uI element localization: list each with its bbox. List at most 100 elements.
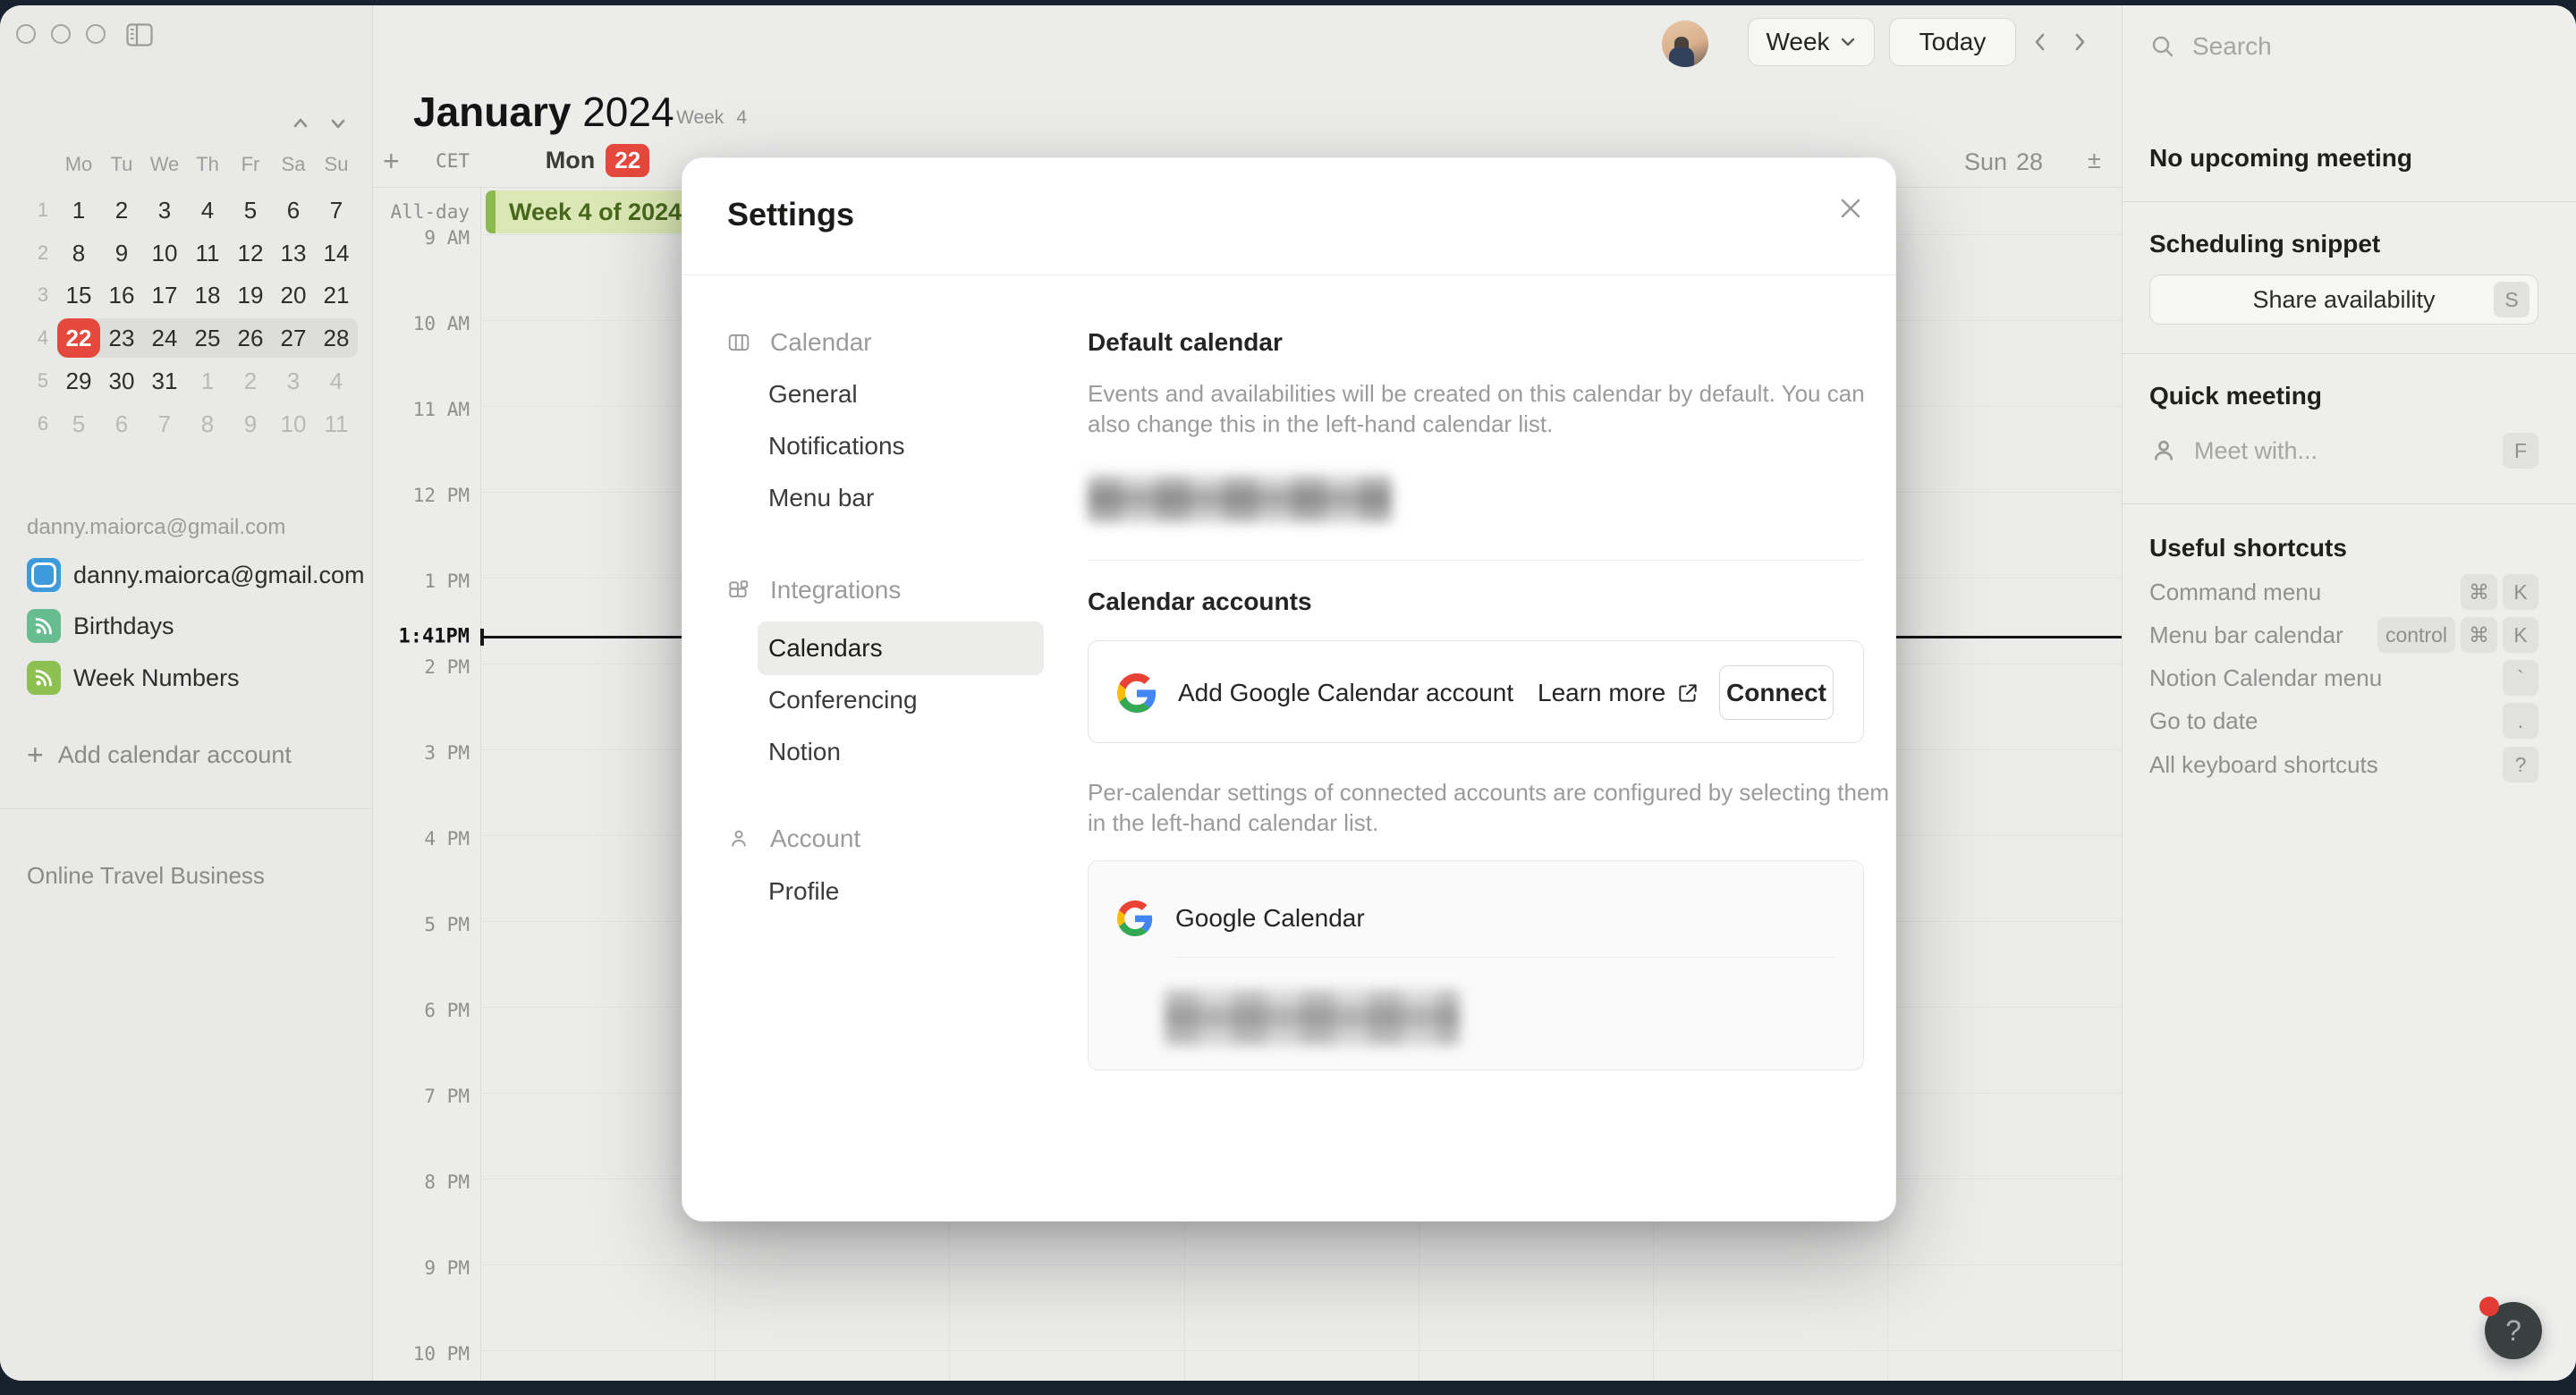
connect-button[interactable]: Connect [1719,665,1834,720]
mini-day-4[interactable]: 4 [315,361,358,401]
timezone-label[interactable]: CET [374,150,470,172]
window-zoom-button[interactable] [86,24,106,44]
settings-nav-notifications[interactable]: Notifications [768,432,905,461]
minical-week-row: 315161718192021 [0,275,373,315]
mini-day-6[interactable]: 6 [272,190,315,230]
mini-day-5[interactable]: 5 [57,404,100,444]
mini-day-31[interactable]: 31 [143,361,186,401]
expand-allday-icon[interactable]: ± [2088,147,2101,174]
mini-day-2[interactable]: 2 [100,190,143,230]
mini-day-10[interactable]: 10 [272,404,315,444]
mini-day-10[interactable]: 10 [143,233,186,273]
plus-icon: + [27,740,44,769]
mini-day-13[interactable]: 13 [272,233,315,273]
search-input[interactable]: Search [2149,32,2272,61]
mini-day-4[interactable]: 4 [186,190,229,230]
mini-day-20[interactable]: 20 [272,275,315,315]
calendar-list-item[interactable]: danny.maiorca@gmail.com [27,555,365,595]
settings-nav-conferencing[interactable]: Conferencing [768,686,918,714]
mini-day-17[interactable]: 17 [143,275,186,315]
add-calendar-account-button[interactable]: + Add calendar account [27,740,292,769]
chevron-left-icon [2027,29,2054,55]
next-week-button[interactable] [2066,29,2093,55]
sidebar-toggle-icon[interactable] [126,23,153,46]
mini-day-29[interactable]: 29 [57,361,100,401]
hour-label: 4 PM [374,828,470,850]
settings-nav-menu-bar[interactable]: Menu bar [768,484,874,512]
calendar-list-item[interactable]: Birthdays [27,606,174,646]
mini-day-8[interactable]: 8 [186,404,229,444]
mini-day-11[interactable]: 11 [315,404,358,444]
mini-day-21[interactable]: 21 [315,275,358,315]
hour-label: 7 PM [374,1086,470,1107]
allday-event-week4[interactable]: Week 4 of 2024 [486,190,712,233]
mini-day-3[interactable]: 3 [272,361,315,401]
shortcut-keys: control⌘K [2377,617,2538,653]
calendar-label: Week Numbers [73,664,240,692]
settings-nav-notion[interactable]: Notion [768,738,841,766]
user-avatar[interactable] [1662,21,1708,67]
learn-more-link[interactable]: Learn more [1538,641,1699,744]
mini-day-23[interactable]: 23 [100,318,143,358]
meet-with-placeholder: Meet with... [2194,437,2487,465]
mini-day-5[interactable]: 5 [229,190,272,230]
nav-section-label: Integrations [770,576,901,604]
mini-day-30[interactable]: 30 [100,361,143,401]
settings-nav-profile[interactable]: Profile [768,877,839,906]
mini-day-1[interactable]: 1 [186,361,229,401]
minical-next-button[interactable] [326,111,351,136]
mini-day-24[interactable]: 24 [143,318,186,358]
shortcut-label: Notion Calendar menu [2149,664,2382,692]
minical-prev-button[interactable] [288,111,313,136]
mini-day-9[interactable]: 9 [229,404,272,444]
mini-day-28[interactable]: 28 [315,318,358,358]
mini-day-22[interactable]: 22 [57,318,100,358]
share-availability-button[interactable]: Share availability S [2149,275,2538,325]
key-K: K [2503,574,2538,610]
mini-day-27[interactable]: 27 [272,318,315,358]
integrations-icon [727,579,750,602]
mini-day-2[interactable]: 2 [229,361,272,401]
calendar-list-item[interactable]: Week Numbers [27,658,240,698]
shortcut-label: Go to date [2149,707,2258,735]
minical-week-number: 3 [25,275,61,315]
close-icon[interactable] [1835,192,1867,224]
help-button[interactable]: ? [2485,1302,2542,1359]
today-button[interactable]: Today [1889,18,2016,66]
mini-day-3[interactable]: 3 [143,190,186,230]
default-calendar-selector-redacted[interactable] [1088,476,1392,522]
mini-day-8[interactable]: 8 [57,233,100,273]
workspace-label[interactable]: Online Travel Business [27,862,265,890]
mini-day-15[interactable]: 15 [57,275,100,315]
prev-week-button[interactable] [2027,29,2054,55]
mini-day-7[interactable]: 7 [143,404,186,444]
minical-day-header: Mo [57,150,100,179]
minical-week-number: 5 [25,361,61,401]
mini-day-9[interactable]: 9 [100,233,143,273]
mini-day-19[interactable]: 19 [229,275,272,315]
mini-day-14[interactable]: 14 [315,233,358,273]
mini-day-11[interactable]: 11 [186,233,229,273]
settings-nav-general[interactable]: General [768,380,858,409]
mini-day-26[interactable]: 26 [229,318,272,358]
mini-day-1[interactable]: 1 [57,190,100,230]
mini-day-12[interactable]: 12 [229,233,272,273]
mini-day-6[interactable]: 6 [100,404,143,444]
window-minimize-button[interactable] [51,24,71,44]
calendar-label: danny.maiorca@gmail.com [73,562,365,589]
view-selector-button[interactable]: Week [1748,18,1875,66]
mini-day-7[interactable]: 7 [315,190,358,230]
subscription-teal-icon [27,609,61,643]
key-control: control [2377,617,2455,653]
scheduling-snippet-heading: Scheduling snippet [2149,230,2380,258]
meet-shortcut-key: F [2503,433,2538,469]
window-close-button[interactable] [16,24,36,44]
default-calendar-heading: Default calendar [1088,328,1283,357]
settings-nav-calendars[interactable]: Calendars [768,634,883,663]
minical-week-row: 52930311234 [0,361,373,401]
mini-day-25[interactable]: 25 [186,318,229,358]
meet-with-input[interactable]: Meet with... F [2149,429,2538,472]
mini-day-18[interactable]: 18 [186,275,229,315]
mini-day-16[interactable]: 16 [100,275,143,315]
modal-title: Settings [727,196,854,233]
